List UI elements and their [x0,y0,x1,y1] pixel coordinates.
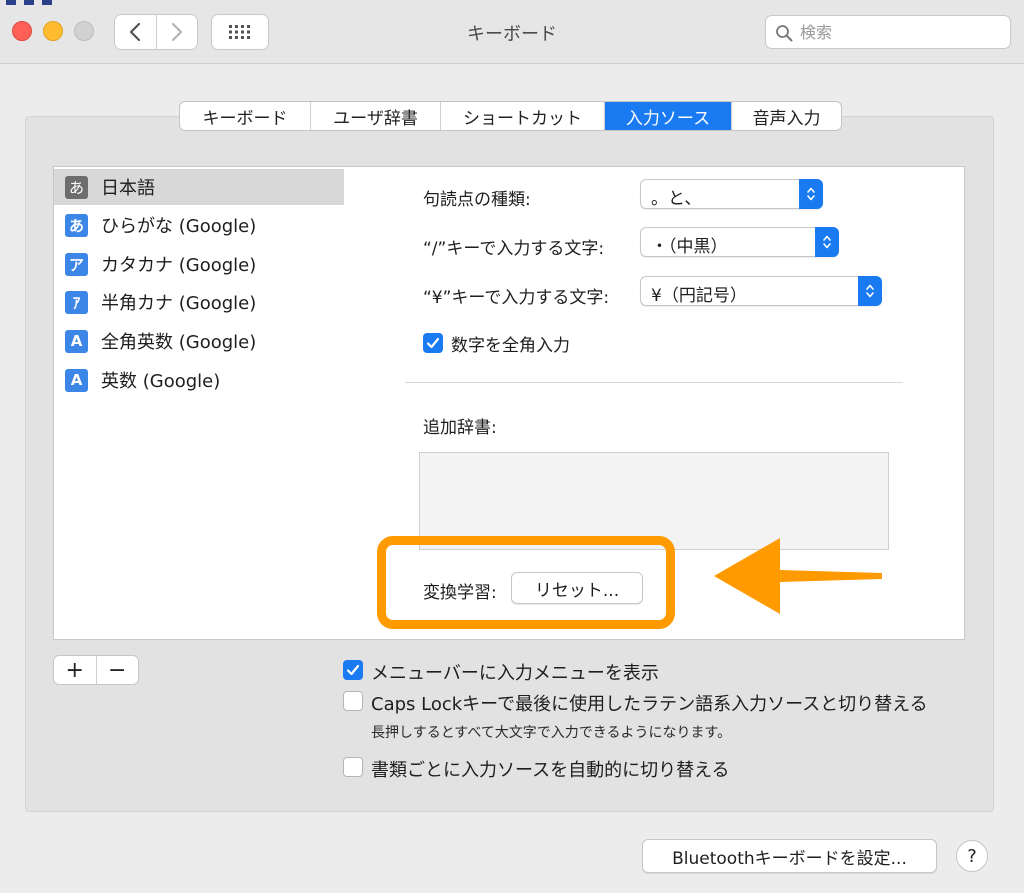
tab-bar: キーボード ユーザ辞書 ショートカット 入力ソース 音声入力 [179,101,842,131]
corner-mark [24,0,34,5]
fullwidth-numbers-checkbox[interactable] [423,333,443,353]
punctuation-popup[interactable]: 。と、 [640,179,823,209]
section-divider [405,382,903,383]
setup-bluetooth-keyboard-button[interactable]: Bluetoothキーボードを設定... [642,839,937,873]
hiragana-a-icon: あ [65,213,88,237]
caps-lock-note: 長押しするとすべて大文字で入力できるようになります。 [371,725,732,741]
corner-mark [42,0,52,5]
up-down-arrows-icon [858,276,882,306]
navigation-buttons [114,14,198,50]
slash-key-popup[interactable]: ・（中黒） [640,227,839,257]
checkmark-icon [426,337,440,349]
letter-a-icon: A [65,329,88,353]
slash-key-label: “/”キーで入力する文字: [423,239,605,259]
extra-dictionary-label: 追加辞書: [423,418,497,438]
forward-button[interactable] [155,15,198,49]
corner-mark [6,0,16,5]
input-source-list: あ 日本語 あ ひらがな (Google) ア カタカナ (Google) ｱ … [53,166,345,640]
remove-source-button[interactable]: − [95,656,139,684]
back-button[interactable] [115,15,156,49]
show-input-menu-label: メニューバーに入力メニューを表示 [371,663,659,684]
source-label: 英数 (Google) [101,371,221,392]
list-add-remove-controls: + − [53,655,139,685]
tab-user-dictionary[interactable]: ユーザ辞書 [310,102,440,130]
show-all-button[interactable] [211,14,269,50]
yen-key-label: “¥”キーで入力する文字: [423,288,610,308]
caps-lock-switch-checkbox[interactable] [343,691,363,711]
auto-switch-checkbox[interactable] [343,757,363,777]
punctuation-label: 句読点の種類: [423,190,531,210]
chevron-left-icon [130,22,141,42]
source-label: 全角英数 (Google) [101,332,257,353]
yen-key-popup[interactable]: ¥（円記号） [640,276,882,306]
chevron-right-icon [171,22,182,42]
slash-key-value: ・（中黒） [651,237,728,257]
show-input-menu-checkbox[interactable] [343,660,363,680]
letter-a-icon: A [65,368,88,392]
window-title: キーボード [467,24,557,45]
auto-switch-label: 書類ごとに入力ソースを自動的に切り替える [371,760,730,781]
hiragana-a-icon: あ [65,175,88,199]
search-icon [776,25,793,42]
annotation-arrow-icon [714,538,882,614]
tab-keyboard[interactable]: キーボード [180,102,310,130]
tab-dictation[interactable]: 音声入力 [731,102,841,130]
source-label: ひらがな (Google) [101,216,257,237]
grid-icon [229,25,250,39]
close-window-button[interactable] [12,21,32,41]
list-item-katakana[interactable]: ア カタカナ (Google) [54,246,344,282]
caps-lock-switch-label: Caps Lockキーで最後に使用したラテン語系入力ソースと切り替える [371,694,928,715]
annotation-highlight-box [377,536,675,629]
halfwidth-katakana-icon: ｱ [65,290,88,314]
up-down-arrows-icon [815,227,839,257]
minimize-window-button[interactable] [43,21,63,41]
source-label: 半角カナ (Google) [101,293,257,314]
up-down-arrows-icon [799,179,823,209]
checkmark-icon [346,664,360,676]
tab-shortcuts[interactable]: ショートカット [440,102,604,130]
list-item-japanese[interactable]: あ 日本語 [54,169,344,205]
zoom-window-button[interactable] [74,21,94,41]
source-label: カタカナ (Google) [101,255,257,276]
punctuation-value: 。と、 [651,189,702,209]
help-button[interactable]: ? [956,840,988,872]
list-item-halfwidth-kana[interactable]: ｱ 半角カナ (Google) [54,284,344,320]
list-item-alphanumeric[interactable]: A 英数 (Google) [54,362,344,398]
yen-key-value: ¥（円記号） [651,286,747,306]
search-input[interactable] [800,22,1000,42]
title-bar: キーボード [0,0,1024,64]
add-source-button[interactable]: + [54,656,96,684]
fullwidth-numbers-label: 数字を全角入力 [451,336,570,356]
source-label: 日本語 [101,178,155,199]
list-item-fullwidth-alphanumeric[interactable]: A 全角英数 (Google) [54,323,344,359]
katakana-a-icon: ア [65,252,88,276]
tab-input-sources[interactable]: 入力ソース [604,102,731,130]
search-field[interactable] [765,15,1011,49]
list-item-hiragana[interactable]: あ ひらがな (Google) [54,207,344,243]
